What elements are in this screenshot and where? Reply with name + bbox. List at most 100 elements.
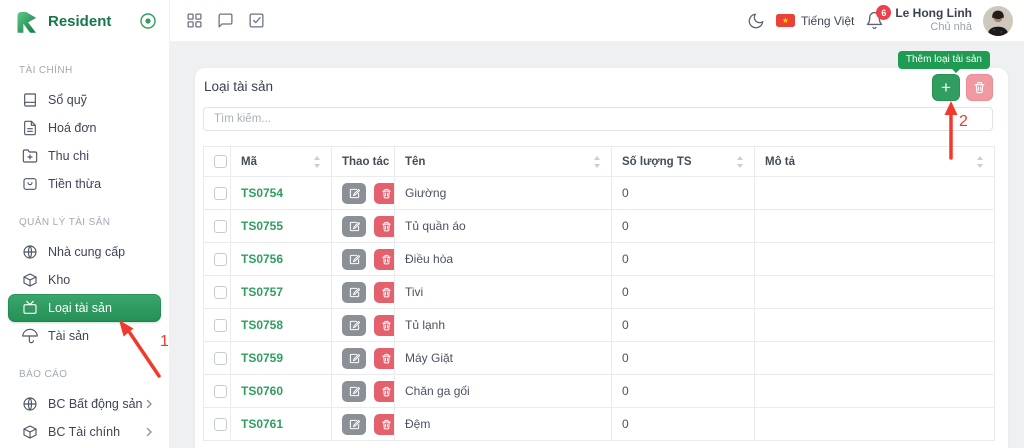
asset-type-name: Tủ quần áo	[395, 210, 612, 243]
column-header[interactable]: Mô tả	[755, 147, 995, 177]
table-row: TS0756 Điều hòa 0	[204, 243, 995, 276]
user-menu[interactable]: Le Hong Linh Chủ nhà	[895, 6, 972, 35]
delete-row-button[interactable]	[374, 216, 394, 237]
sidebar-item-bc-tai-chinh[interactable]: BC Tài chính	[0, 418, 169, 446]
sidebar-item-loai-tai-san[interactable]: Loại tài sản	[8, 294, 161, 322]
table-row: TS0760 Chăn ga gối 0	[204, 375, 995, 408]
sidebar-item-thu-chi[interactable]: Thu chi	[0, 142, 169, 170]
asset-type-name: Chăn ga gối	[395, 375, 612, 408]
sidebar-toggle-icon[interactable]	[139, 12, 157, 30]
umbrella-icon	[22, 328, 38, 344]
header-left-icons	[186, 12, 265, 29]
row-checkbox[interactable]	[214, 187, 227, 200]
row-checkbox[interactable]	[214, 418, 227, 431]
trash-icon	[381, 188, 392, 199]
table-row: TS0759 Máy Giặt 0	[204, 342, 995, 375]
edit-button[interactable]	[342, 414, 366, 435]
delete-row-button[interactable]	[374, 315, 394, 336]
sort-icon[interactable]	[593, 156, 601, 168]
edit-button[interactable]	[342, 348, 366, 369]
asset-type-code-link[interactable]: TS0754	[241, 186, 283, 200]
file-text-icon	[22, 120, 38, 136]
edit-button[interactable]	[342, 216, 366, 237]
sidebar-item-so-quy[interactable]: Sổ quỹ	[0, 86, 169, 114]
sort-icon[interactable]	[976, 156, 984, 168]
column-header[interactable]: Mã	[231, 147, 332, 177]
row-checkbox[interactable]	[214, 319, 227, 332]
sidebar-section-label: QUẢN LÝ TÀI SẢN	[0, 216, 169, 230]
resident-logo-icon	[13, 8, 40, 35]
sidebar-item-tai-san[interactable]: Tài sản	[0, 322, 169, 350]
tv-icon	[22, 300, 38, 316]
select-all-checkbox[interactable]	[214, 155, 227, 168]
header-right: ★ Tiếng Việt 6 Le Hong Linh Chủ nhà	[747, 6, 1013, 36]
book-icon	[22, 92, 38, 108]
delete-row-button[interactable]	[374, 348, 394, 369]
sidebar-item-hoa-don[interactable]: Hoá đơn	[0, 114, 169, 142]
sidebar-item-tien-thua[interactable]: Tiền thừa	[0, 170, 169, 198]
dark-mode-moon-icon[interactable]	[747, 12, 765, 30]
add-asset-type-button[interactable]: +	[932, 74, 960, 101]
sort-icon[interactable]	[736, 156, 744, 168]
add-tooltip: Thêm loại tài sản	[898, 51, 990, 69]
asset-type-desc	[755, 243, 995, 276]
delete-row-button[interactable]	[374, 381, 394, 402]
trash-icon	[381, 386, 392, 397]
check-square-icon[interactable]	[248, 12, 265, 29]
row-checkbox[interactable]	[214, 253, 227, 266]
asset-type-code-link[interactable]: TS0761	[241, 417, 283, 431]
asset-type-qty: 0	[612, 342, 755, 375]
table-header-row: Mã Thao tác Tên Số lượng TS Mô tả	[204, 147, 995, 177]
table-row: TS0757 Tivi 0	[204, 276, 995, 309]
asset-type-name: Giường	[395, 177, 612, 210]
row-checkbox[interactable]	[214, 352, 227, 365]
delete-row-button[interactable]	[374, 282, 394, 303]
sidebar-item-bc-bat-dong-san[interactable]: BC Bất động sản	[0, 390, 169, 418]
row-checkbox[interactable]	[214, 385, 227, 398]
delete-row-button[interactable]	[374, 183, 394, 204]
content-area: Loại tài sản Thêm loại tài sản + Mã Tha	[170, 42, 1024, 448]
asset-type-desc	[755, 408, 995, 441]
edit-button[interactable]	[342, 381, 366, 402]
row-checkbox[interactable]	[214, 286, 227, 299]
chevron-right-icon	[143, 398, 155, 410]
delete-row-button[interactable]	[374, 249, 394, 270]
user-name: Le Hong Linh	[895, 6, 972, 21]
edit-button[interactable]	[342, 282, 366, 303]
package-icon	[22, 272, 38, 288]
asset-type-code-link[interactable]: TS0759	[241, 351, 283, 365]
table-row: TS0761 Đệm 0	[204, 408, 995, 441]
asset-type-code-link[interactable]: TS0756	[241, 252, 283, 266]
edit-button[interactable]	[342, 183, 366, 204]
row-checkbox[interactable]	[214, 220, 227, 233]
search-input[interactable]	[203, 107, 993, 131]
asset-type-qty: 0	[612, 276, 755, 309]
delete-row-button[interactable]	[374, 414, 394, 435]
bulk-delete-button[interactable]	[966, 74, 993, 101]
language-selector[interactable]: ★ Tiếng Việt	[776, 14, 854, 28]
language-label: Tiếng Việt	[801, 14, 854, 28]
column-header[interactable]: Thao tác	[332, 147, 395, 177]
asset-type-code-link[interactable]: TS0760	[241, 384, 283, 398]
sidebar-item-nha-cung-cap[interactable]: Nhà cung cấp	[0, 238, 169, 266]
pencil-square-icon	[349, 188, 360, 199]
sidebar-item-kho[interactable]: Kho	[0, 266, 169, 294]
asset-type-qty: 0	[612, 309, 755, 342]
trash-icon	[381, 320, 392, 331]
notifications-bell[interactable]: 6	[865, 11, 884, 30]
edit-button[interactable]	[342, 315, 366, 336]
asset-type-code-link[interactable]: TS0758	[241, 318, 283, 332]
grid-icon[interactable]	[186, 12, 203, 29]
chat-icon[interactable]	[217, 12, 234, 29]
pencil-square-icon	[349, 386, 360, 397]
asset-type-code-link[interactable]: TS0755	[241, 219, 283, 233]
asset-type-qty: 0	[612, 375, 755, 408]
sort-icon[interactable]	[313, 156, 321, 168]
asset-type-name: Tivi	[395, 276, 612, 309]
asset-type-name: Máy Giặt	[395, 342, 612, 375]
column-header[interactable]: Tên	[395, 147, 612, 177]
column-header[interactable]: Số lượng TS	[612, 147, 755, 177]
edit-button[interactable]	[342, 249, 366, 270]
asset-type-code-link[interactable]: TS0757	[241, 285, 283, 299]
avatar[interactable]	[983, 6, 1013, 36]
